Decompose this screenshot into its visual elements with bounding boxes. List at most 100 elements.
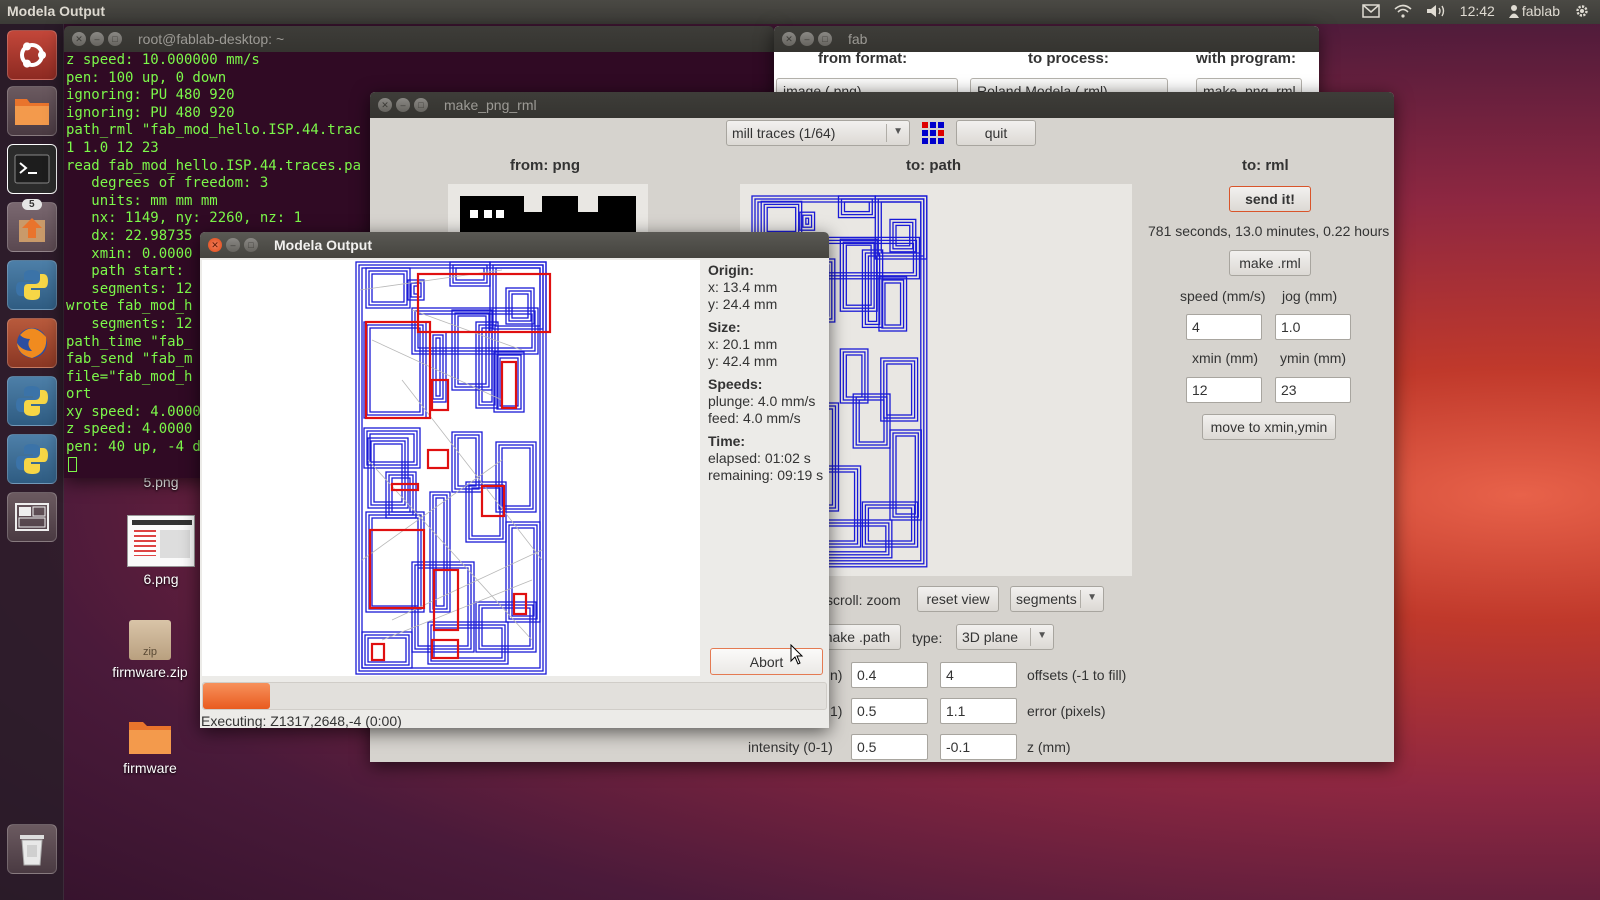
launcher-item-python-2[interactable] bbox=[7, 376, 57, 426]
toolpath-trace bbox=[895, 224, 911, 247]
terminal-titlebar[interactable]: ✕ – □ root@fablab-desktop: ~ bbox=[64, 26, 774, 52]
minimize-icon[interactable]: – bbox=[800, 32, 814, 46]
modela-output-window[interactable]: ✕ – □ Modela Output Origin: x: 13.4 mm y… bbox=[200, 232, 829, 728]
origin-x: x: 13.4 mm bbox=[708, 279, 778, 295]
modela-output-titlebar[interactable]: ✕ – □ Modela Output bbox=[200, 232, 829, 258]
launcher-item-terminal[interactable] bbox=[7, 144, 57, 194]
scroll-zoom-label: scroll: zoom bbox=[826, 592, 901, 608]
move-to-xmin-ymin-button[interactable]: move to xmin,ymin bbox=[1202, 414, 1336, 440]
gear-icon[interactable] bbox=[1574, 3, 1590, 19]
launcher-item-workspace-switcher[interactable] bbox=[7, 492, 57, 542]
grid-logo-icon bbox=[922, 122, 944, 144]
to-process-label: to process: bbox=[1028, 50, 1109, 67]
close-icon[interactable]: ✕ bbox=[208, 238, 222, 252]
speeds-header: Speeds: bbox=[708, 376, 763, 392]
terminal-cursor bbox=[68, 456, 77, 472]
intensity-input[interactable]: 0.5 bbox=[851, 734, 928, 760]
launcher-item-firefox[interactable] bbox=[7, 318, 57, 368]
toolpath-trace bbox=[766, 206, 797, 233]
origin-header: Origin: bbox=[708, 262, 754, 278]
type-select[interactable]: 3D plane ▼ bbox=[956, 624, 1054, 650]
intensity-label: intensity (0-1) bbox=[748, 739, 833, 755]
make-png-rml-titlebar[interactable]: ✕ – □ make_png_rml bbox=[370, 92, 1394, 118]
view-mode-select[interactable]: segments ▼ bbox=[1010, 586, 1104, 612]
desktop-icon-firmware[interactable]: firmware bbox=[104, 718, 196, 776]
desktop-icon-firmware-zip[interactable]: zip firmware.zip bbox=[104, 620, 196, 680]
launcher-item-python-1[interactable] bbox=[7, 260, 57, 310]
reset-view-button[interactable]: reset view bbox=[917, 586, 999, 612]
close-icon[interactable]: ✕ bbox=[782, 32, 796, 46]
maximize-icon[interactable]: □ bbox=[414, 98, 428, 112]
xmin-label: xmin (mm) bbox=[1192, 350, 1259, 366]
toolpath-trace bbox=[763, 203, 800, 236]
diameter-input[interactable]: 0.4 bbox=[851, 662, 928, 688]
launcher-item-software-updater[interactable]: 5 bbox=[7, 199, 57, 252]
mail-icon[interactable] bbox=[1362, 4, 1380, 18]
update-icon bbox=[19, 218, 45, 242]
z-label: z (mm) bbox=[1027, 739, 1071, 755]
send-it-button[interactable]: send it! bbox=[1229, 186, 1311, 212]
abort-button[interactable]: Abort bbox=[710, 648, 823, 675]
desktop-icon-6png[interactable]: 6.png bbox=[126, 515, 196, 587]
toolpath-trace bbox=[505, 521, 541, 623]
error-input[interactable]: 1.1 bbox=[940, 698, 1017, 724]
minimize-icon[interactable]: – bbox=[90, 32, 104, 46]
z-input[interactable]: -0.1 bbox=[940, 734, 1017, 760]
volume-icon[interactable] bbox=[1426, 4, 1446, 18]
mode-select-value: mill traces (1/64) bbox=[732, 125, 836, 141]
terminal-line: pen: 100 up, 0 down bbox=[66, 69, 227, 86]
time-estimate: 781 seconds, 13.0 minutes, 0.22 hours bbox=[1148, 223, 1390, 239]
user-menu[interactable]: fablab bbox=[1508, 3, 1560, 19]
offsets-label: offsets (-1 to fill) bbox=[1027, 667, 1127, 683]
chevron-down-icon: ▼ bbox=[1087, 592, 1097, 603]
ymin-input[interactable]: 23 bbox=[1275, 377, 1351, 403]
maximize-icon[interactable]: □ bbox=[244, 238, 258, 252]
toolpath-canvas[interactable] bbox=[202, 260, 700, 676]
fab-titlebar[interactable]: ✕ – □ fab bbox=[774, 26, 1319, 52]
toolpath-trace bbox=[417, 567, 469, 647]
toolpath-trace bbox=[457, 437, 477, 487]
active-cut-highlight bbox=[370, 642, 386, 662]
launcher-item-dash-home[interactable] bbox=[7, 30, 57, 80]
minimize-icon[interactable]: – bbox=[396, 98, 410, 112]
terminal-line: z speed: 10.000000 mm/s bbox=[66, 52, 260, 68]
jog-input[interactable]: 1.0 bbox=[1275, 314, 1351, 340]
maximize-icon[interactable]: □ bbox=[818, 32, 832, 46]
launcher-item-python-3[interactable] bbox=[7, 434, 57, 484]
active-cut-highlight bbox=[432, 568, 460, 632]
mode-select[interactable]: mill traces (1/64) ▼ bbox=[726, 120, 910, 146]
maximize-icon[interactable]: □ bbox=[108, 32, 122, 46]
overlap-input[interactable]: 0.5 bbox=[851, 698, 928, 724]
active-cut-highlight bbox=[500, 360, 518, 410]
toolpath-trace bbox=[883, 360, 916, 419]
chevron-down-icon: ▼ bbox=[1037, 630, 1047, 641]
minimize-icon[interactable]: – bbox=[226, 238, 240, 252]
send-it-label: send it! bbox=[1245, 191, 1295, 207]
speed-label: speed (mm/s) bbox=[1180, 288, 1266, 304]
app-title: Modela Output bbox=[7, 3, 105, 19]
close-icon[interactable]: ✕ bbox=[72, 32, 86, 46]
launcher-item-trash[interactable] bbox=[7, 824, 57, 874]
image-file-icon bbox=[127, 515, 195, 567]
quit-button[interactable]: quit bbox=[956, 120, 1036, 146]
png-preview bbox=[448, 184, 648, 234]
launcher-item-files[interactable] bbox=[7, 86, 57, 136]
desktop-icon-label: 6.png bbox=[143, 571, 179, 587]
toolpath-trace bbox=[511, 527, 535, 617]
terminal-icon bbox=[14, 154, 50, 184]
xmin-input[interactable]: 12 bbox=[1186, 377, 1262, 403]
toolpath-trace bbox=[363, 321, 427, 419]
wifi-icon[interactable] bbox=[1394, 4, 1412, 18]
offsets-input[interactable]: 4 bbox=[940, 662, 1017, 688]
view-mode-value: segments bbox=[1016, 591, 1077, 607]
ubuntu-logo-icon bbox=[20, 42, 46, 68]
trash-icon bbox=[20, 835, 44, 866]
close-icon[interactable]: ✕ bbox=[378, 98, 392, 112]
overlap-label: 1) bbox=[830, 703, 843, 719]
clock-text[interactable]: 12:42 bbox=[1460, 3, 1495, 19]
toolpath-trace bbox=[432, 334, 444, 400]
size-header: Size: bbox=[708, 319, 741, 335]
make-rml-button[interactable]: make .rml bbox=[1229, 250, 1311, 276]
speed-input[interactable]: 4 bbox=[1186, 314, 1262, 340]
archive-icon: zip bbox=[129, 620, 171, 660]
